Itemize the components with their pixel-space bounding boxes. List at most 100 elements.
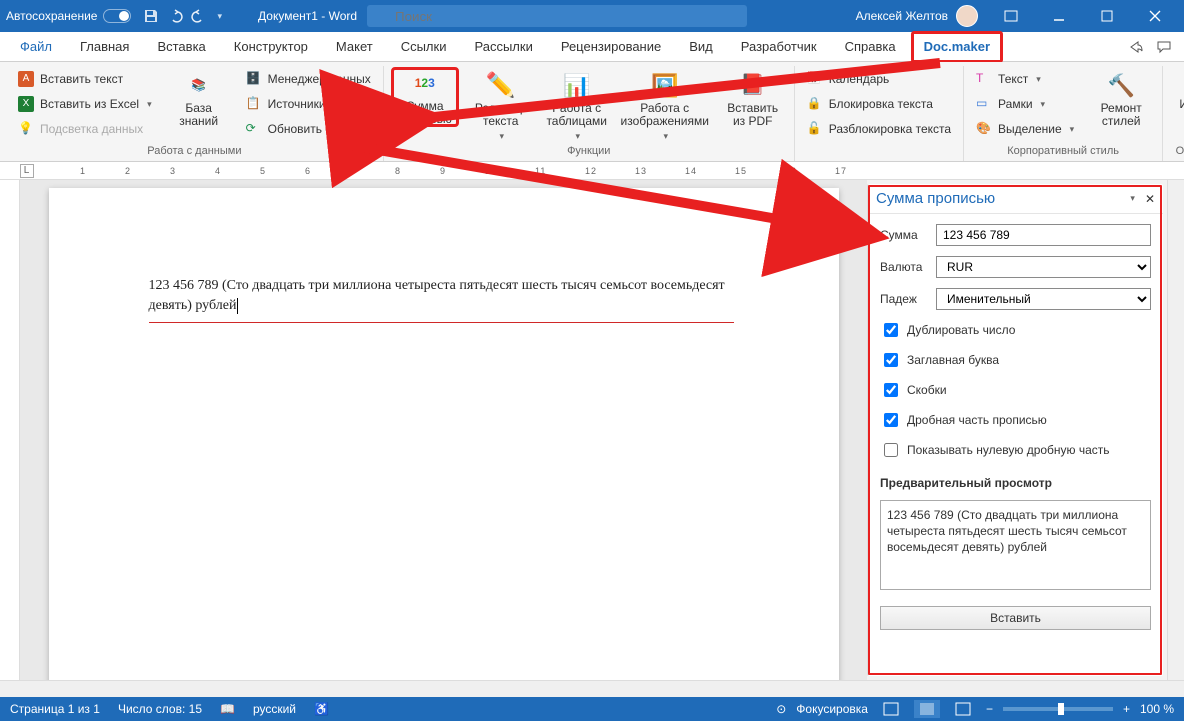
images-button[interactable]: 🖼️ Работа с изображениями▾ — [620, 68, 710, 143]
unlock-text-button[interactable]: 🔓Разблокировка текста — [803, 118, 955, 140]
zoom-percent[interactable]: 100 % — [1140, 702, 1174, 716]
capital-checkbox[interactable] — [884, 353, 898, 367]
preview-label: Предварительный просмотр — [880, 476, 1151, 490]
svg-text:4: 4 — [215, 166, 221, 176]
sources-button[interactable]: 📋Источники — [242, 93, 375, 115]
status-bar: Страница 1 из 1 Число слов: 15 📖 русский… — [0, 697, 1184, 721]
status-lang[interactable]: русский — [253, 702, 296, 716]
zoom-slider[interactable] — [1003, 707, 1113, 711]
scrollbar-vertical[interactable] — [1167, 180, 1184, 680]
undo-icon[interactable] — [167, 8, 183, 24]
tab-selector[interactable]: L — [20, 164, 34, 178]
insert-button[interactable]: Вставить — [880, 606, 1151, 630]
tab-view[interactable]: Вид — [677, 32, 725, 62]
svg-text:17: 17 — [835, 166, 847, 176]
status-focus[interactable]: Фокусировка — [796, 702, 868, 716]
maximize-icon[interactable] — [1084, 0, 1130, 32]
text-style-button[interactable]: TТекст▾ — [972, 68, 1078, 90]
user-name[interactable]: Алексей Желтов — [856, 9, 948, 23]
showzero-checkbox[interactable] — [884, 443, 898, 457]
focus-icon[interactable]: ⊙ — [776, 702, 786, 716]
comments-icon[interactable] — [1156, 39, 1172, 55]
pane-close-icon[interactable]: ✕ — [1145, 192, 1155, 206]
case-select[interactable]: Именительный — [936, 288, 1151, 310]
tab-design[interactable]: Конструктор — [222, 32, 320, 62]
pane-menu-icon[interactable]: ▾ — [1130, 193, 1135, 204]
tab-references[interactable]: Ссылки — [389, 32, 459, 62]
share-icon[interactable] — [1128, 39, 1144, 55]
tab-file[interactable]: Файл — [8, 32, 64, 62]
autosave-toggle[interactable] — [103, 9, 131, 23]
qat-dropdown-icon[interactable]: ▾ — [217, 11, 222, 22]
lock-text-button[interactable]: 🔒Блокировка текста — [803, 93, 955, 115]
tab-docmaker[interactable]: Doc.maker — [912, 32, 1002, 62]
close-icon[interactable] — [1132, 0, 1178, 32]
tab-insert[interactable]: Вставка — [145, 32, 217, 62]
tables-button[interactable]: 📊 Работа с таблицами▾ — [544, 68, 610, 143]
accessibility-icon[interactable]: ♿ — [314, 702, 329, 716]
web-layout-icon[interactable] — [950, 700, 976, 718]
ruler-horizontal[interactable]: L 1234 5678 9101112 13141516 17 — [0, 162, 1184, 180]
calendar-icon: 📅 — [807, 71, 823, 87]
svg-text:12: 12 — [585, 166, 597, 176]
tab-developer[interactable]: Разработчик — [729, 32, 829, 62]
insert-pdf-button[interactable]: 📕 Вставить из PDF — [720, 68, 786, 128]
frame-icon: ▭ — [976, 96, 992, 112]
refresh-links-button[interactable]: ⟳Обновить связи — [242, 118, 375, 140]
fraction-checkbox[interactable] — [884, 413, 898, 427]
data-manager-button[interactable]: 🗄️Менеджер данных — [242, 68, 375, 90]
highlight-data-button[interactable]: 💡Подсветка данных — [14, 118, 156, 140]
status-page[interactable]: Страница 1 из 1 — [10, 702, 100, 716]
zoom-out-icon[interactable]: − — [986, 702, 993, 716]
info-button[interactable]: i Информация▾ — [1171, 68, 1184, 126]
currency-select[interactable]: RUR — [936, 256, 1151, 278]
scrollbar-horizontal[interactable] — [0, 680, 1184, 697]
status-words[interactable]: Число слов: 15 — [118, 702, 202, 716]
document-title: Документ1 - Word — [258, 9, 357, 23]
svg-text:5: 5 — [260, 166, 266, 176]
task-pane-sum: Сумма прописью ▾ ✕ Сумма Валюта RUR Паде… — [867, 184, 1163, 676]
text-editor-button[interactable]: ✏️ Редактор текста▾ — [468, 68, 534, 143]
unlock-icon: 🔓 — [807, 121, 823, 137]
document-text[interactable]: 123 456 789 (Сто двадцать три миллиона ч… — [149, 276, 739, 316]
highlight-button[interactable]: 🎨Выделение▾ — [972, 118, 1078, 140]
tab-help[interactable]: Справка — [833, 32, 908, 62]
calendar-button[interactable]: 📅Календарь — [803, 68, 955, 90]
insert-text-button[interactable]: AВставить текст — [14, 68, 156, 90]
refresh-icon: ⟳ — [246, 121, 262, 137]
svg-text:9: 9 — [440, 166, 446, 176]
frames-button[interactable]: ▭Рамки▾ — [972, 93, 1078, 115]
print-layout-icon[interactable] — [914, 700, 940, 718]
svg-text:7: 7 — [350, 166, 356, 176]
title-bar: Автосохранение ▾ Документ1 - Word Алексе… — [0, 0, 1184, 32]
minimize-icon[interactable] — [1036, 0, 1082, 32]
spellcheck-icon[interactable]: 📖 — [220, 702, 235, 716]
duplicate-checkbox[interactable] — [884, 323, 898, 337]
repair-styles-button[interactable]: 🔨 Ремонт стилей — [1088, 68, 1154, 128]
document-area[interactable]: 123 456 789 (Сто двадцать три миллиона ч… — [20, 180, 867, 680]
group-label-style: Корпоративный стиль — [972, 143, 1154, 159]
ruler-vertical[interactable] — [0, 180, 20, 680]
search-input[interactable] — [367, 5, 747, 27]
lock-icon: 🔒 — [807, 96, 823, 112]
underline-annotation — [149, 322, 734, 323]
redo-icon[interactable] — [191, 8, 207, 24]
svg-text:13: 13 — [635, 166, 647, 176]
brackets-checkbox[interactable] — [884, 383, 898, 397]
read-mode-icon[interactable] — [878, 700, 904, 718]
svg-text:8: 8 — [395, 166, 401, 176]
knowledge-base-button[interactable]: 📚 База знаний — [166, 68, 232, 128]
tab-home[interactable]: Главная — [68, 32, 141, 62]
tab-review[interactable]: Рецензирование — [549, 32, 673, 62]
insert-excel-button[interactable]: XВставить из Excel▾ — [14, 93, 156, 115]
zoom-in-icon[interactable]: + — [1123, 702, 1130, 716]
tab-mailings[interactable]: Рассылки — [462, 32, 544, 62]
save-icon[interactable] — [143, 8, 159, 24]
sum-input[interactable] — [936, 224, 1151, 246]
ribbon-display-icon[interactable] — [988, 0, 1034, 32]
sum-in-words-button[interactable]: 123 Сумма прописью — [392, 68, 458, 126]
page[interactable]: 123 456 789 (Сто двадцать три миллиона ч… — [49, 188, 839, 680]
tab-layout[interactable]: Макет — [324, 32, 385, 62]
sources-icon: 📋 — [246, 96, 262, 112]
avatar[interactable] — [956, 5, 978, 27]
